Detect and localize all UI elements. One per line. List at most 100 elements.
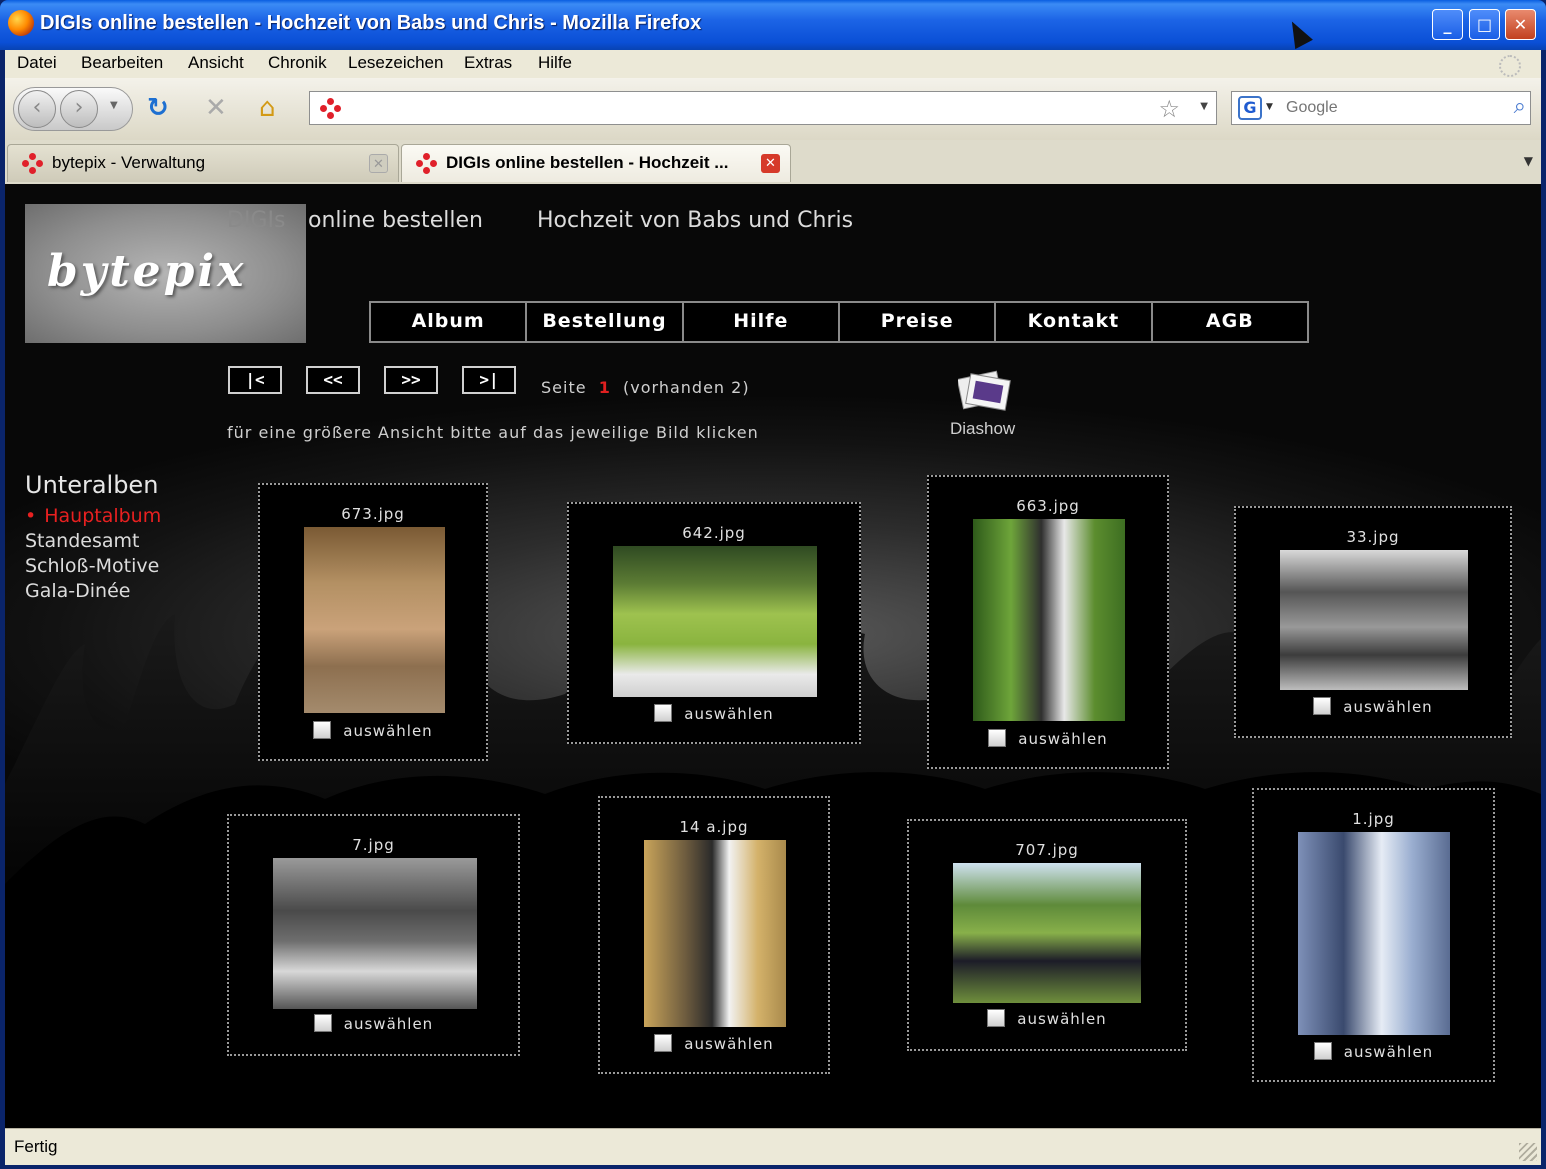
select-label: auswählen <box>684 1035 774 1053</box>
bookmark-star-icon[interactable]: ☆ <box>1158 95 1180 123</box>
photo-card: 707.jpg auswählen <box>907 819 1187 1051</box>
mouse-cursor-icon <box>1283 16 1313 50</box>
nav-album[interactable]: Album <box>371 303 528 341</box>
photo-filename: 673.jpg <box>341 505 405 523</box>
maximize-button[interactable]: □ <box>1469 9 1500 40</box>
tab-favicon <box>416 153 438 175</box>
select-label: auswählen <box>1017 1010 1107 1028</box>
nav-kontakt[interactable]: Kontakt <box>996 303 1153 341</box>
url-dropdown-icon[interactable]: ▼ <box>1200 101 1208 112</box>
tab-digis[interactable]: DIGIs online bestellen - Hochzeit ... ✕ <box>401 144 791 182</box>
photo-card: 1.jpg auswählen <box>1252 788 1495 1082</box>
back-forward-group: ‹ › ▼ <box>13 87 133 131</box>
menu-extras[interactable]: Extras <box>464 53 512 73</box>
menu-chronik[interactable]: Chronik <box>268 53 327 73</box>
all-tabs-dropdown-icon[interactable]: ▼ <box>1524 154 1533 168</box>
tab-bar: bytepix - Verwaltung ✕ DIGIs online best… <box>5 140 1541 185</box>
photo-card: 642.jpg auswählen <box>567 502 861 744</box>
header-online: online bestellen <box>308 208 483 233</box>
select-checkbox[interactable] <box>654 1034 673 1052</box>
history-dropdown-icon[interactable]: ▼ <box>110 100 118 111</box>
first-page-button[interactable]: |< <box>228 366 282 394</box>
photo-card: 33.jpg auswählen <box>1234 506 1512 738</box>
select-control: auswählen <box>229 1014 518 1033</box>
photo-filename: 7.jpg <box>352 836 395 854</box>
photo-card: 663.jpg auswählen <box>927 475 1169 769</box>
window-title: DIGIs online bestellen - Hochzeit von Ba… <box>40 12 702 34</box>
select-checkbox[interactable] <box>1313 697 1332 715</box>
diashow-link[interactable]: Diashow <box>950 419 1015 439</box>
nav-preise[interactable]: Preise <box>840 303 997 341</box>
search-magnifier-icon[interactable]: ⌕ <box>1514 94 1526 119</box>
menu-datei[interactable]: Datei <box>17 53 57 73</box>
photo-thumbnail[interactable] <box>304 527 445 713</box>
current-page: 1 <box>598 378 611 397</box>
nav-agb[interactable]: AGB <box>1153 303 1307 341</box>
photo-thumbnail[interactable] <box>1280 550 1468 690</box>
select-checkbox[interactable] <box>987 1009 1006 1027</box>
photo-filename: 33.jpg <box>1346 528 1400 546</box>
photo-thumbnail[interactable] <box>1298 832 1450 1035</box>
select-checkbox[interactable] <box>654 704 673 722</box>
reload-icon[interactable]: ↻ <box>147 94 169 122</box>
status-text: Fertig <box>14 1137 58 1156</box>
site-favicon <box>320 98 342 120</box>
last-page-button[interactable]: >| <box>462 366 516 394</box>
photo-thumbnail[interactable] <box>613 546 817 697</box>
resize-grip-icon[interactable] <box>1519 1143 1537 1161</box>
home-icon[interactable]: ⌂ <box>259 94 276 122</box>
subalbums-title: Unteralben <box>25 471 159 499</box>
menu-bearbeiten[interactable]: Bearbeiten <box>81 53 163 73</box>
select-control: auswählen <box>1236 697 1510 716</box>
tab-favicon <box>22 153 44 175</box>
subalbum-gala-dinee[interactable]: Gala-Dinée <box>25 580 130 602</box>
photo-thumbnail[interactable] <box>953 863 1141 1003</box>
photo-thumbnail[interactable] <box>273 858 477 1009</box>
minimize-button[interactable]: _ <box>1432 9 1463 40</box>
photo-thumbnail[interactable] <box>973 519 1125 721</box>
url-bar[interactable]: ☆ ▼ <box>309 91 1217 125</box>
nav-bestellung[interactable]: Bestellung <box>527 303 684 341</box>
firefox-icon <box>8 10 34 36</box>
nav-hilfe[interactable]: Hilfe <box>684 303 840 341</box>
throbber-icon <box>1499 55 1521 77</box>
next-page-button[interactable]: >> <box>384 366 438 394</box>
web-content: bytepix DIGIs online bestellen Hochzeit … <box>5 184 1541 1128</box>
select-checkbox[interactable] <box>313 1014 332 1032</box>
close-button[interactable]: ✕ <box>1505 9 1536 40</box>
tab-label: bytepix - Verwaltung <box>52 153 206 172</box>
menu-hilfe[interactable]: Hilfe <box>538 53 572 73</box>
select-label: auswählen <box>1343 698 1433 716</box>
select-checkbox[interactable] <box>988 729 1007 747</box>
photo-filename: 707.jpg <box>1015 841 1079 859</box>
page-label: Seite <box>541 378 587 397</box>
search-input[interactable] <box>1284 98 1488 118</box>
menu-ansicht[interactable]: Ansicht <box>188 53 244 73</box>
search-bar[interactable]: G ▼ ⌕ <box>1231 91 1531 125</box>
tab-close-icon[interactable]: ✕ <box>369 154 388 173</box>
photo-card: 673.jpg auswählen <box>258 483 488 761</box>
select-checkbox[interactable] <box>1313 1042 1332 1060</box>
photo-thumbnail[interactable] <box>644 840 786 1027</box>
select-control: auswählen <box>909 1009 1185 1028</box>
forward-button[interactable]: › <box>60 90 98 128</box>
diashow-icon[interactable] <box>958 369 1012 413</box>
select-checkbox[interactable] <box>313 721 332 739</box>
subalbum-hauptalbum[interactable]: Hauptalbum <box>25 505 161 527</box>
select-label: auswählen <box>1343 1043 1434 1061</box>
select-control: auswählen <box>929 729 1167 748</box>
url-input[interactable] <box>354 98 1098 118</box>
search-engine-icon[interactable]: G <box>1238 96 1262 120</box>
search-engine-dropdown-icon[interactable]: ▼ <box>1266 102 1273 112</box>
tab-verwaltung[interactable]: bytepix - Verwaltung ✕ <box>7 144 399 182</box>
select-label: auswählen <box>684 705 774 723</box>
tab-close-icon[interactable]: ✕ <box>761 154 780 173</box>
select-label: auswählen <box>343 1015 434 1033</box>
menu-lesezeichen[interactable]: Lesezeichen <box>348 53 443 73</box>
back-button[interactable]: ‹ <box>18 90 56 128</box>
stop-icon[interactable]: ✕ <box>205 94 227 122</box>
prev-page-button[interactable]: << <box>306 366 360 394</box>
photo-filename: 1.jpg <box>1352 810 1395 828</box>
subalbum-schloss-motive[interactable]: Schloß-Motive <box>25 555 159 577</box>
subalbum-standesamt[interactable]: Standesamt <box>25 530 139 552</box>
